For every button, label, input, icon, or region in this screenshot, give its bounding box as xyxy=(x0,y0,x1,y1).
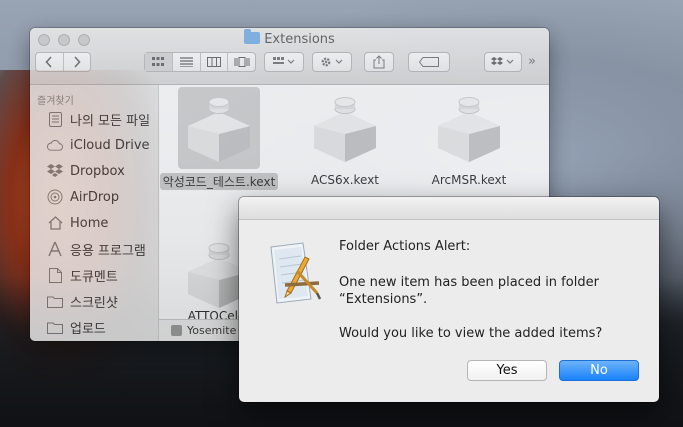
sidebar-item-uploads[interactable]: 업로드 xyxy=(47,317,106,337)
file-name: 악성코드_테스트.kext xyxy=(159,173,279,190)
no-button[interactable]: No xyxy=(559,360,639,381)
icon-grid-icon xyxy=(152,57,165,66)
back-forward-control xyxy=(35,52,91,72)
toolbar-overflow-button[interactable]: » xyxy=(528,54,536,69)
sidebar-item-label: 도큐멘트 xyxy=(70,269,118,285)
alert-message-line2: “Extensions”. xyxy=(339,292,428,307)
airdrop-icon xyxy=(47,189,63,205)
icon-view-button[interactable] xyxy=(145,53,173,71)
sidebar-item-airdrop[interactable]: AirDrop xyxy=(47,187,119,207)
documents-icon xyxy=(47,267,63,283)
sidebar-item-label: 응용 프로그램 xyxy=(70,243,146,259)
share-button[interactable] xyxy=(364,52,394,72)
finder-toolbar: Extensions » xyxy=(30,28,549,85)
sidebar-item-documents[interactable]: 도큐멘트 xyxy=(47,265,118,285)
sidebar-item-label: AirDrop xyxy=(70,189,120,205)
tag-icon xyxy=(419,57,439,67)
sidebar-item-label: iCloud Drive xyxy=(70,137,150,153)
kext-bundle-icon xyxy=(188,97,250,162)
back-button[interactable] xyxy=(36,53,64,71)
edit-tags-button[interactable] xyxy=(408,52,450,72)
folder-icon xyxy=(47,319,63,335)
sidebar-item-dropbox[interactable]: Dropbox xyxy=(47,161,125,181)
sidebar-item-all-files[interactable]: 나의 모든 파일 xyxy=(47,109,150,129)
alert-message-line1: One new item has been placed in folder xyxy=(339,275,599,290)
sidebar-item-screenshots[interactable]: 스크린샷 xyxy=(47,291,118,311)
file-name: ACS6x.kext xyxy=(310,173,380,187)
folder-icon xyxy=(244,29,261,44)
script-editor-icon xyxy=(265,241,323,307)
kext-bundle-icon xyxy=(314,97,376,162)
sidebar-heading-favorites: 즐겨찾기 xyxy=(37,96,74,107)
coverflow-view-button[interactable] xyxy=(228,53,255,71)
share-icon xyxy=(373,55,385,69)
disk-icon xyxy=(171,325,182,336)
applications-icon xyxy=(47,241,63,257)
alert-question: Would you like to view the added items? xyxy=(339,326,603,341)
chevron-right-icon xyxy=(74,56,81,68)
kext-bundle-icon xyxy=(438,97,500,162)
column-view-button[interactable] xyxy=(201,53,229,71)
view-mode-control xyxy=(144,52,256,72)
dropbox-icon xyxy=(47,163,63,179)
sidebar-item-home[interactable]: Home xyxy=(47,213,108,233)
alert-title: Folder Actions Alert: xyxy=(339,239,471,254)
coverflow-icon xyxy=(234,57,250,67)
sidebar-item-icloud-drive[interactable]: iCloud Drive xyxy=(47,135,150,155)
home-icon xyxy=(47,215,63,231)
arrange-button[interactable] xyxy=(264,52,304,72)
sidebar-item-applications[interactable]: 응용 프로그램 xyxy=(47,239,146,259)
sidebar-item-label: 업로드 xyxy=(70,321,106,337)
finder-sidebar: 즐겨찾기 나의 모든 파일 iCloud Drive Dropbox AirDr… xyxy=(30,85,159,341)
chevron-left-icon xyxy=(45,56,52,68)
dropbox-toolbar-button[interactable] xyxy=(484,52,522,72)
sidebar-item-label: Home xyxy=(70,215,109,231)
all-files-icon xyxy=(47,111,63,127)
gear-icon xyxy=(321,57,343,67)
folder-actions-alert: Folder Actions Alert: One new item has b… xyxy=(239,197,659,402)
list-view-button[interactable] xyxy=(173,53,201,71)
file-item[interactable]: ArcMSR.kext xyxy=(409,87,529,188)
sidebar-item-label: 나의 모든 파일 xyxy=(70,113,151,129)
list-icon xyxy=(179,57,193,67)
sidebar-item-label: Dropbox xyxy=(70,163,125,179)
path-bar-disk[interactable]: Yosemite xyxy=(187,324,236,337)
file-item[interactable]: ACS6x.kext xyxy=(285,87,405,188)
columns-icon xyxy=(206,57,221,67)
action-button[interactable] xyxy=(312,52,352,72)
cloud-icon xyxy=(47,137,63,153)
yes-button[interactable]: Yes xyxy=(467,360,547,381)
dropbox-icon xyxy=(491,57,514,65)
file-name: ArcMSR.kext xyxy=(431,173,507,187)
folder-icon xyxy=(47,293,63,309)
forward-button[interactable] xyxy=(64,53,91,71)
alert-titlebar xyxy=(239,197,659,220)
window-title: Extensions xyxy=(30,29,549,48)
sidebar-item-label: 스크린샷 xyxy=(70,295,118,311)
arrange-icon xyxy=(273,57,295,64)
file-item[interactable]: 악성코드_테스트.kext xyxy=(159,87,279,190)
